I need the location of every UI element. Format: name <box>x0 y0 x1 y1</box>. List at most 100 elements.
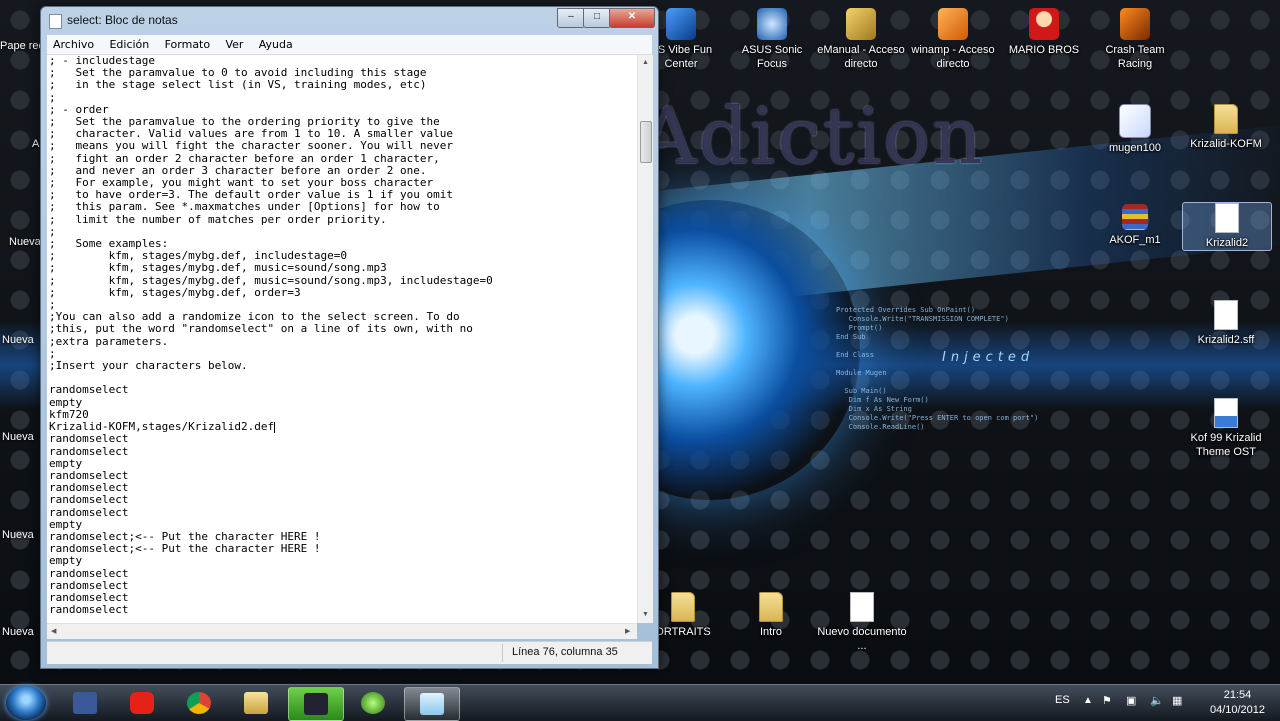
desktop-icon-krizalid2[interactable]: Krizalid2 <box>1182 202 1272 251</box>
taskbar-chrome[interactable] <box>172 687 226 719</box>
editor-line[interactable]: ; limit the number of matches per order … <box>49 213 387 226</box>
menu-edicion[interactable]: Edición <box>103 35 155 54</box>
left-icon-nueva-3[interactable]: Nueva <box>2 431 34 443</box>
scroll-left-icon[interactable]: ◀ <box>51 627 56 635</box>
taskbar-facebook[interactable] <box>58 687 112 719</box>
editor-line[interactable]: randomselect <box>49 506 128 519</box>
menu-archivo[interactable]: Archivo <box>47 35 100 54</box>
desktop-icon-winamp[interactable]: winamp - Acceso directo <box>908 8 998 71</box>
scroll-up-icon[interactable]: ▲ <box>642 59 649 66</box>
volume-icon[interactable]: 🔈 <box>1150 694 1164 707</box>
editor-line[interactable]: ; to have order=3. The default order val… <box>49 188 453 201</box>
left-icon-papelera[interactable]: Pape rec <box>0 40 44 52</box>
editor-line[interactable]: ; fight an order 2 character before an o… <box>49 152 440 165</box>
editor-line[interactable]: ; and never an order 3 character before … <box>49 164 427 177</box>
editor-line[interactable]: randomselect <box>49 383 128 396</box>
flag-icon[interactable]: ⚑ <box>1102 694 1112 707</box>
desktop-icon-akof-m1[interactable]: AKOF_m1 <box>1090 204 1180 247</box>
horizontal-scrollbar[interactable]: ◀ ▶ <box>47 623 637 639</box>
editor-line[interactable]: ; <box>49 91 56 104</box>
desktop-icon-intro[interactable]: Intro <box>726 592 816 639</box>
editor-line[interactable]: ; Set the paramvalue to 0 to avoid inclu… <box>49 66 427 79</box>
editor-line[interactable]: ; kfm, stages/mybg.def, music=sound/song… <box>49 261 387 274</box>
editor-line[interactable]: ;Insert your characters below. <box>49 359 248 372</box>
editor-line[interactable]: ; <box>49 225 56 238</box>
editor-line[interactable]: ; kfm, stages/mybg.def, order=3 <box>49 286 301 299</box>
editor-line[interactable]: ;extra parameters. <box>49 335 168 348</box>
desktop-icon-asus-sonic-focus[interactable]: ASUS Sonic Focus <box>727 8 817 71</box>
vertical-scrollbar[interactable]: ▲ ▼ <box>637 55 653 623</box>
desktop-icon-mugen100[interactable]: mugen100 <box>1090 104 1180 155</box>
editor-line[interactable]: Krizalid-KOFM,stages/Krizalid2.def <box>49 420 274 433</box>
editor-line[interactable]: ; Some examples: <box>49 237 168 250</box>
scroll-right-icon[interactable]: ▶ <box>625 627 630 635</box>
editor-line[interactable]: ; <box>49 347 56 360</box>
desktop-icon-kof99-theme[interactable]: Kof 99 Krizalid Theme OST <box>1181 398 1271 459</box>
taskbar-game-launcher[interactable] <box>288 687 344 721</box>
editor-line[interactable]: randomselect <box>49 469 128 482</box>
display-icon[interactable]: ▣ <box>1126 694 1136 707</box>
editor-line[interactable]: randomselect <box>49 493 128 506</box>
editor-line[interactable]: randomselect <box>49 567 128 580</box>
network-icon[interactable]: ▦ <box>1172 694 1182 707</box>
start-button[interactable] <box>6 686 46 720</box>
editor-line[interactable]: ; means you will fight the character soo… <box>49 139 453 152</box>
left-icon-nueva-1[interactable]: Nueva <box>9 236 41 248</box>
editor-line[interactable]: empty <box>49 457 82 470</box>
desktop-icon-emanual[interactable]: eManual - Acceso directo <box>816 8 906 71</box>
taskbar-youtube[interactable] <box>115 687 169 719</box>
language-indicator[interactable]: ES <box>1055 694 1070 706</box>
editor-line[interactable]: ; kfm, stages/mybg.def, includestage=0 <box>49 249 347 262</box>
menu-ayuda[interactable]: Ayuda <box>253 35 299 54</box>
editor-line[interactable]: empty <box>49 518 82 531</box>
menu-formato[interactable]: Formato <box>159 35 217 54</box>
taskbar-explorer[interactable] <box>229 687 283 719</box>
editor-line[interactable]: ; character. Valid values are from 1 to … <box>49 127 453 140</box>
editor-line[interactable]: ; in the stage select list (in VS, train… <box>49 78 427 91</box>
editor-line[interactable]: ; kfm, stages/mybg.def, music=sound/song… <box>49 274 493 287</box>
desktop-icon-nuevo-documento[interactable]: Nuevo documento ... <box>817 592 907 653</box>
editor-line[interactable]: empty <box>49 396 82 409</box>
title-bar[interactable]: select: Bloc de notas – □ ✕ <box>41 7 658 33</box>
editor-line[interactable]: randomselect <box>49 603 128 616</box>
editor-line[interactable]: randomselect <box>49 432 128 445</box>
editor-line[interactable]: randomselect;<-- Put the character HERE … <box>49 530 321 543</box>
desktop-icon-krizalid2-sff[interactable]: Krizalid2.sff <box>1181 300 1271 347</box>
taskbar-clock[interactable]: 21:54 04/10/2012 <box>1200 688 1275 718</box>
editor-line[interactable]: randomselect <box>49 591 128 604</box>
editor-line[interactable]: ; - includestage <box>49 55 155 67</box>
left-icon-a[interactable]: A <box>32 138 39 150</box>
editor-line[interactable]: ; <box>49 298 56 311</box>
editor-line[interactable]: ; - order <box>49 103 109 116</box>
editor-line[interactable]: randomselect <box>49 579 128 592</box>
taskbar-notepad[interactable] <box>404 687 460 721</box>
show-hidden-icons-icon[interactable]: ▲ <box>1083 695 1093 706</box>
maximize-button[interactable]: □ <box>583 8 611 28</box>
left-icon-nueva-2[interactable]: Nueva <box>2 334 34 346</box>
editor-line[interactable]: randomselect <box>49 445 128 458</box>
menu-ver[interactable]: Ver <box>219 35 249 54</box>
taskbar-media-player[interactable] <box>346 687 400 719</box>
text-editor[interactable]: ; - includestage ; Set the paramvalue to… <box>47 55 637 623</box>
desktop-icon-krizalid-kofm[interactable]: Krizalid-KOFM <box>1181 104 1271 151</box>
editor-line[interactable]: ; Set the paramvalue to the ordering pri… <box>49 115 440 128</box>
left-icon-nueva-5[interactable]: Nueva <box>2 626 34 638</box>
editor-line[interactable]: randomselect <box>49 481 128 494</box>
desktop-icon-mario-bros[interactable]: MARIO BROS <box>999 8 1089 57</box>
editor-line[interactable]: ; this param. See *.maxmatches under [Op… <box>49 200 440 213</box>
close-button[interactable]: ✕ <box>609 8 655 28</box>
editor-line[interactable]: ;this, put the word "randomselect" on a … <box>49 322 473 335</box>
editor-line[interactable]: ;You can also add a randomize icon to th… <box>49 310 460 323</box>
editor-line[interactable]: randomselect;<-- Put the character HERE … <box>49 542 321 555</box>
editor-content[interactable]: ; - includestage ; Set the paramvalue to… <box>47 55 637 616</box>
scroll-thumb[interactable] <box>640 121 652 163</box>
desktop-icon-crash-team-racing[interactable]: Crash Team Racing <box>1090 8 1180 71</box>
scroll-down-icon[interactable]: ▼ <box>642 611 649 618</box>
left-icon-nueva-4[interactable]: Nueva <box>2 529 34 541</box>
editor-line[interactable]: kfm720 <box>49 408 89 421</box>
editor-line[interactable]: empty <box>49 554 82 567</box>
minimize-button[interactable]: – <box>557 8 585 28</box>
editor-line[interactable]: ; For example, you might want to set you… <box>49 176 433 189</box>
menu-bar: Archivo Edición Formato Ver Ayuda <box>47 35 652 55</box>
desktop-icon-label: winamp - Acceso directo <box>911 44 995 70</box>
